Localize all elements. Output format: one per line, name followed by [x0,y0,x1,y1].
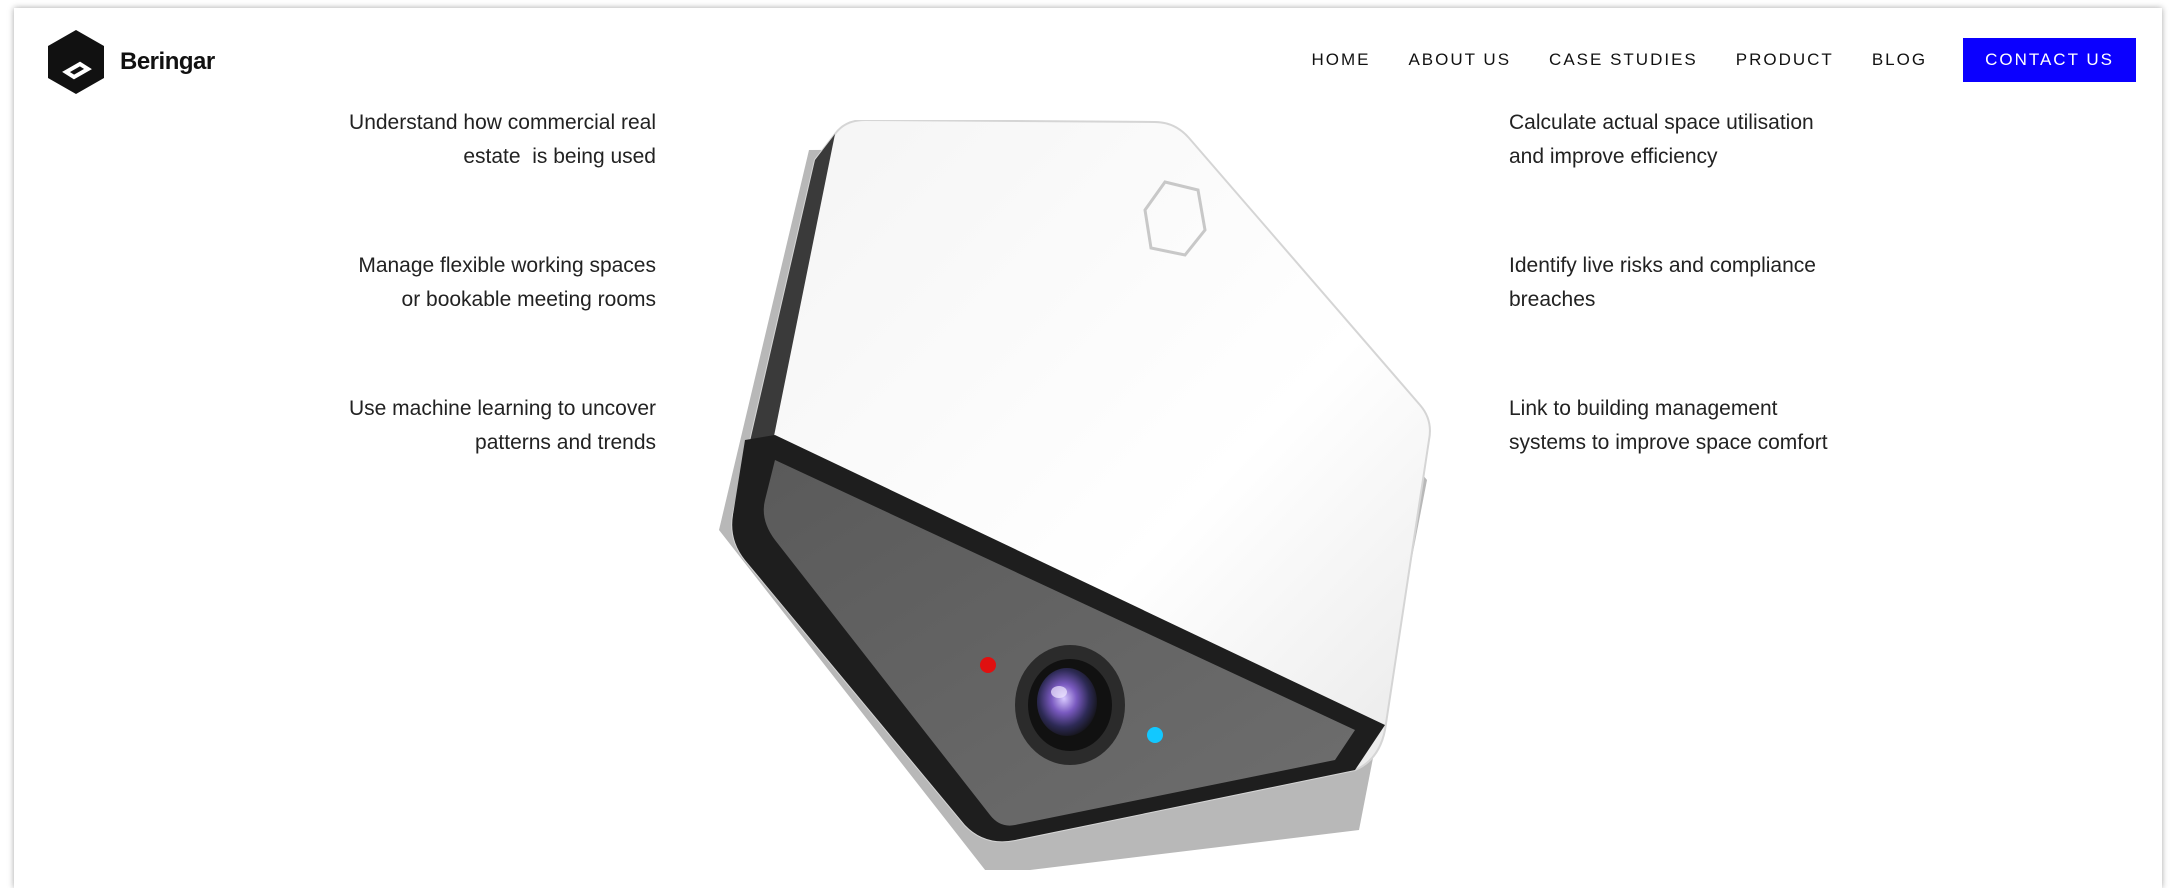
feature-text-line: Manage flexible working spaces [358,254,656,277]
feature-right-3: Link to building management systems to i… [1509,392,1889,460]
feature-left-1: Understand how commercial real estate is… [276,106,656,174]
brand-logo[interactable]: Beringar [46,28,215,96]
main-nav: HOME ABOUT US CASE STUDIES PRODUCT BLOG … [1273,38,2136,82]
red-led-indicator [980,657,996,673]
nav-about-us[interactable]: ABOUT US [1408,50,1511,70]
brand-name: Beringar [120,48,215,75]
feature-text-line: or bookable meeting rooms [401,288,656,311]
feature-text-line: Link to building management [1509,397,1778,420]
hexagon-logo-icon [48,30,104,94]
feature-text-line: Identify live risks and compliance [1509,254,1816,277]
feature-text-line: Understand how commercial real [349,111,656,134]
feature-left-3: Use machine learning to uncover patterns… [276,392,656,460]
feature-text-line: Calculate actual space utilisation [1509,111,1814,134]
nav-home[interactable]: HOME [1311,50,1370,70]
nav-product[interactable]: PRODUCT [1736,50,1834,70]
sensor-device-image [719,120,1431,870]
nav-blog[interactable]: BLOG [1872,50,1927,70]
nav-case-studies[interactable]: CASE STUDIES [1549,50,1698,70]
feature-text-line: breaches [1509,288,1596,311]
feature-right-1: Calculate actual space utilisation and i… [1509,106,1889,174]
feature-text-line: estate is being used [463,145,656,168]
feature-text-line: Use machine learning to uncover [348,397,656,420]
blue-led-indicator [1147,727,1163,743]
feature-text-line: and improve efficiency [1509,145,1718,168]
feature-left-2: Manage flexible working spaces or bookab… [276,249,656,317]
feature-text-line: patterns and trends [475,431,656,454]
contact-us-button[interactable]: CONTACT US [1963,38,2136,82]
feature-text-line: systems to improve space comfort [1509,431,1828,454]
feature-right-2: Identify live risks and compliance breac… [1509,249,1889,317]
